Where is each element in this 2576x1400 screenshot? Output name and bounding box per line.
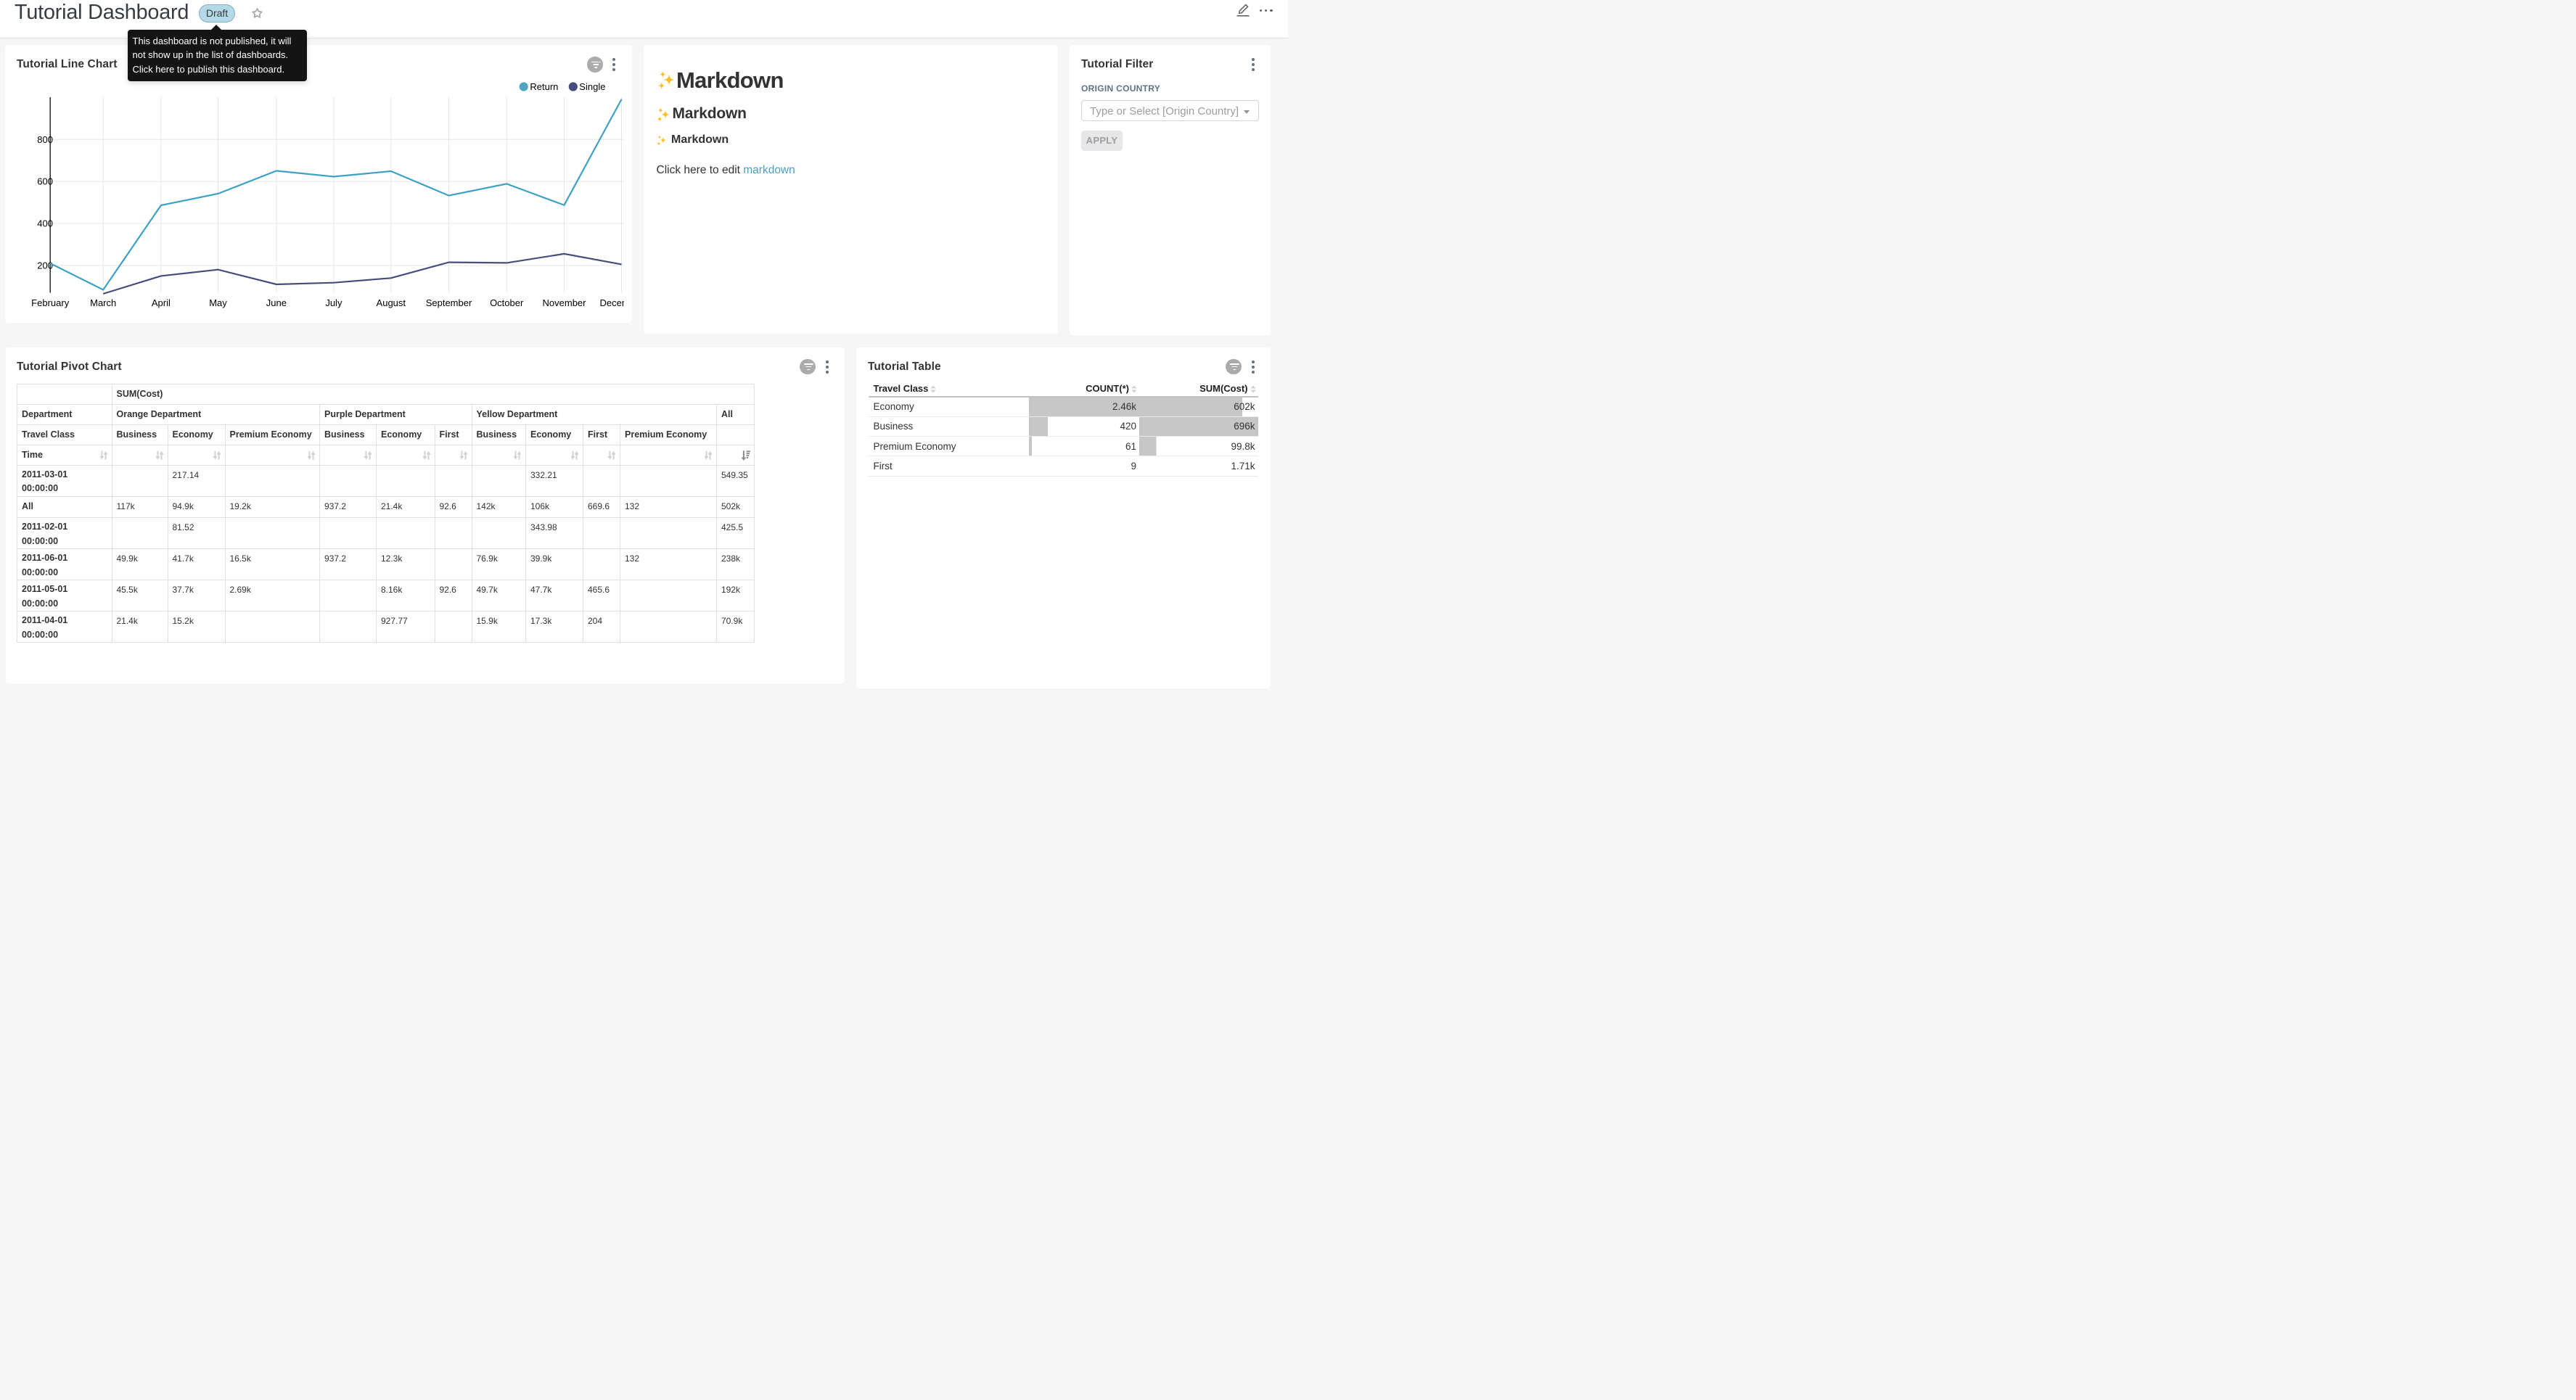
- svg-text:December: December: [600, 297, 624, 308]
- svg-text:June: June: [266, 297, 287, 308]
- svg-text:800: 800: [37, 134, 53, 145]
- svg-text:Single: Single: [579, 81, 605, 92]
- svg-text:November: November: [543, 297, 587, 308]
- svg-text:600: 600: [37, 176, 53, 187]
- svg-text:July: July: [325, 297, 342, 308]
- svg-text:March: March: [90, 297, 116, 308]
- svg-text:April: April: [152, 297, 171, 308]
- svg-text:May: May: [209, 297, 227, 308]
- svg-text:400: 400: [37, 218, 53, 229]
- svg-text:September: September: [426, 297, 472, 308]
- svg-text:200: 200: [37, 260, 53, 271]
- svg-text:Return: Return: [530, 81, 558, 92]
- svg-text:October: October: [490, 297, 524, 308]
- svg-text:February: February: [31, 297, 70, 308]
- svg-text:August: August: [377, 297, 406, 308]
